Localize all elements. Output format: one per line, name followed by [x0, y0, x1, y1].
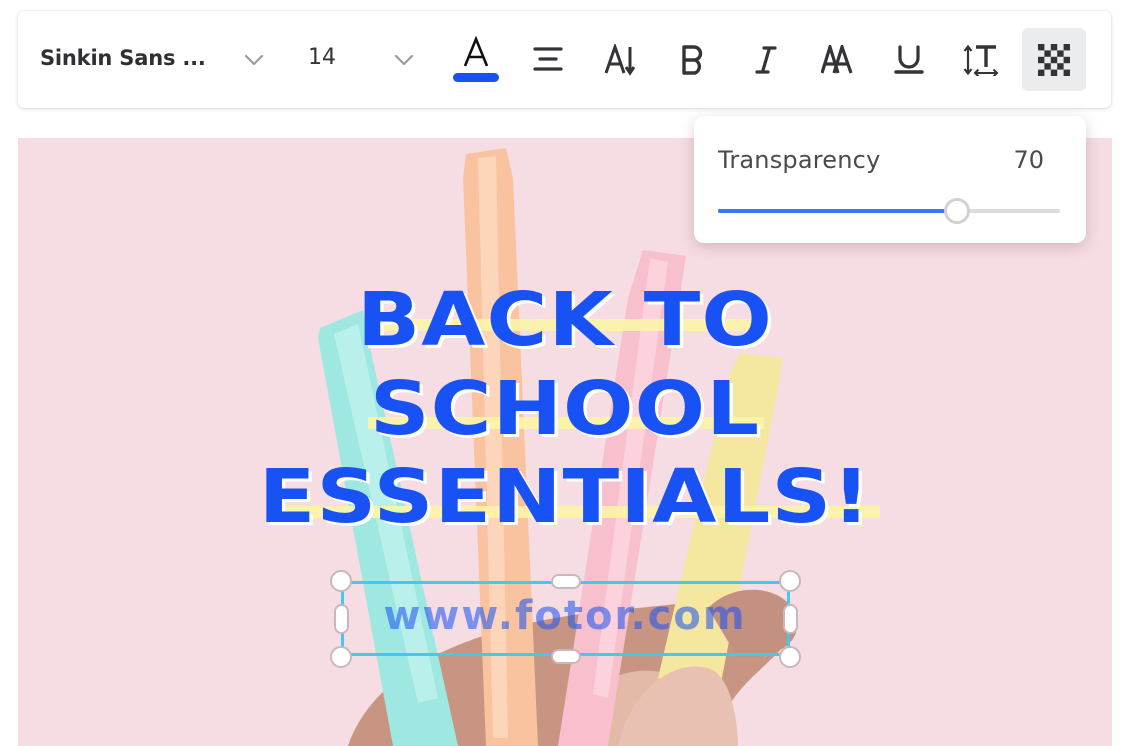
resize-handle-top-left[interactable] — [330, 570, 352, 592]
resize-handle-right[interactable] — [783, 604, 798, 634]
vertical-text-icon — [604, 43, 636, 76]
align-center-icon — [533, 46, 563, 71]
text-direction-button[interactable] — [589, 28, 653, 91]
spacing-button[interactable] — [949, 28, 1013, 91]
font-family-chevron-down-icon[interactable] — [243, 49, 265, 71]
letter-case-icon — [821, 44, 853, 74]
underline-button[interactable] — [877, 28, 941, 91]
bold-button[interactable] — [661, 28, 725, 91]
resize-handle-bottom[interactable] — [551, 649, 581, 664]
selected-text-element[interactable]: www.fotor.com — [340, 593, 790, 639]
slider-fill — [718, 209, 958, 213]
transparency-label: Transparency — [718, 146, 881, 174]
resize-handle-top[interactable] — [551, 574, 581, 589]
italic-button[interactable] — [734, 28, 798, 91]
text-color-icon — [453, 35, 499, 82]
headline-line-3[interactable]: ESSENTIALS! — [18, 460, 1112, 534]
font-size-chevron-down-icon[interactable] — [393, 49, 415, 71]
align-button[interactable] — [516, 28, 580, 91]
underline-icon — [894, 44, 924, 74]
text-color-button[interactable] — [444, 28, 508, 91]
line-spacing-icon — [963, 44, 999, 76]
transparency-popover: Transparency 70 — [694, 116, 1086, 243]
transparency-button[interactable] — [1022, 28, 1086, 91]
headline-line-1[interactable]: BACK TO — [18, 283, 1112, 357]
transparency-checker-icon — [1038, 43, 1070, 76]
letter-case-button[interactable] — [806, 28, 870, 91]
text-toolbar: Sinkin Sans ... 14 — [18, 11, 1111, 108]
font-family-select[interactable]: Sinkin Sans ... — [40, 46, 206, 70]
resize-handle-top-right[interactable] — [779, 570, 801, 592]
italic-icon — [755, 45, 777, 74]
transparency-slider[interactable] — [718, 198, 1060, 224]
resize-handle-bottom-right[interactable] — [779, 646, 801, 668]
resize-handle-bottom-left[interactable] — [330, 646, 352, 668]
resize-handle-left[interactable] — [334, 604, 349, 634]
bold-icon — [682, 44, 703, 75]
headline-line-2[interactable]: SCHOOL — [18, 372, 1112, 446]
font-size-select[interactable]: 14 — [308, 45, 336, 70]
transparency-value: 70 — [1013, 146, 1044, 174]
slider-thumb[interactable] — [944, 198, 971, 224]
